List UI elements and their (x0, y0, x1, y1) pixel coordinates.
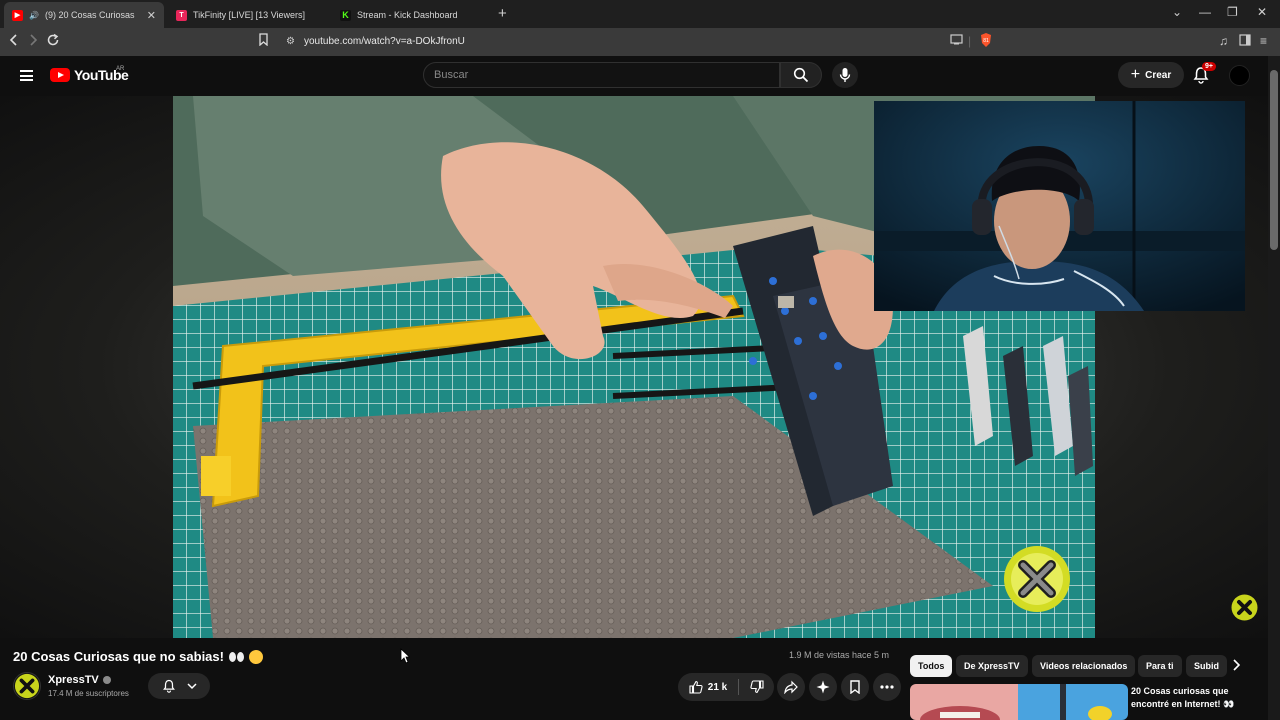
account-avatar[interactable] (1229, 65, 1250, 86)
dislike-button[interactable] (739, 673, 774, 701)
like-button[interactable]: 21 k (678, 673, 738, 701)
create-button[interactable]: + Crear (1118, 62, 1184, 88)
voice-search-button[interactable] (832, 62, 858, 88)
chevron-down-icon (186, 683, 197, 690)
chip-todos[interactable]: Todos (910, 655, 953, 677)
more-actions-button[interactable] (873, 673, 901, 701)
views-and-date: 1.9 M de vistas hace 5 m (789, 650, 890, 660)
tab-search-chevron-icon[interactable]: ⌄ (1172, 5, 1182, 19)
chip-para-ti[interactable]: Para ti (1138, 655, 1182, 677)
page-scrollbar[interactable] (1268, 56, 1280, 720)
scrollbar-thumb[interactable] (1270, 70, 1278, 250)
save-button[interactable] (841, 673, 869, 701)
notification-badge: 9+ (1202, 62, 1216, 71)
search-button[interactable] (780, 62, 822, 88)
browser-toolbar: ⚙ youtube.com/watch?v=a-DOkJfronU | 81 ♫… (0, 28, 1280, 56)
channel-x-logo-icon (1004, 546, 1070, 612)
chips-next-arrow-icon[interactable] (1232, 658, 1241, 674)
subscription-notifications-button[interactable] (148, 673, 210, 699)
tab-youtube[interactable]: ▶ 🔊 (9) 20 Cosas Curiosas que no ✕ (4, 2, 164, 28)
share-icon (784, 680, 798, 694)
chip-videos-relacionados[interactable]: Videos relacionados (1032, 655, 1136, 677)
search-icon (793, 67, 809, 83)
close-window-button[interactable]: ✕ (1257, 5, 1267, 19)
youtube-header: YouTube AR + Crear 9+ (0, 56, 1268, 96)
browser-tab-bar: ▶ 🔊 (9) 20 Cosas Curiosas que no ✕ T Tik… (0, 0, 1280, 28)
sidebar-toggle-icon[interactable] (1239, 34, 1251, 49)
mouse-cursor-icon (400, 648, 410, 664)
suggested-video-thumbnail[interactable] (910, 684, 1128, 720)
youtube-favicon-icon: ▶ (12, 9, 23, 21)
tab-label: Stream - Kick Dashboard (357, 10, 458, 20)
svg-text:81: 81 (983, 38, 989, 44)
like-count: 21 k (707, 681, 728, 693)
sparkle-icon (816, 680, 830, 694)
channel-avatar[interactable] (13, 672, 41, 700)
like-dislike-group: 21 k (678, 673, 774, 701)
bookmark-icon[interactable] (258, 33, 269, 49)
notifications-button[interactable]: 9+ (1192, 62, 1216, 86)
address-bar[interactable]: ⚙ youtube.com/watch?v=a-DOkJfronU (280, 31, 1000, 53)
new-tab-button[interactable]: + (498, 6, 507, 21)
related-filter-chips: Todos De XpressTV Videos relacionados Pa… (910, 655, 1252, 677)
webcam-overlay (874, 101, 1245, 311)
suggested-video-title[interactable]: 20 Cosas curiosas que encontré en Intern… (1131, 685, 1261, 711)
microphone-icon (839, 68, 851, 82)
channel-name-text[interactable]: XpressTV (48, 674, 99, 686)
tab-kick[interactable]: K Stream - Kick Dashboard (332, 2, 492, 28)
tab-label: TikFinity [LIVE] [13 Viewers] (193, 10, 306, 20)
more-horizontal-icon (880, 685, 894, 689)
bell-icon (162, 679, 175, 693)
video-title: 20 Cosas Curiosas que no sabias! (13, 649, 263, 664)
brave-shield-icon[interactable]: 81 (979, 32, 993, 51)
crazy-face-emoji-icon (248, 649, 263, 664)
url-text[interactable]: youtube.com/watch?v=a-DOkJfronU (304, 36, 465, 47)
verified-badge-icon (102, 676, 111, 684)
thumbs-down-icon (749, 680, 764, 694)
share-button[interactable] (777, 673, 805, 701)
youtube-play-icon (50, 68, 70, 82)
forward-button[interactable] (27, 33, 39, 50)
back-button[interactable] (8, 33, 20, 50)
cast-icon[interactable] (950, 34, 963, 48)
create-label: Crear (1145, 69, 1172, 81)
media-control-icon[interactable]: ♫ (1219, 34, 1228, 48)
eyes-emoji-icon (228, 651, 244, 662)
plus-icon: + (1130, 66, 1141, 83)
search-input[interactable] (424, 63, 779, 87)
search-box[interactable] (423, 62, 780, 88)
site-info-icon[interactable]: ⚙ (286, 36, 295, 47)
tab-close-icon[interactable]: ✕ (147, 9, 156, 22)
menu-icon[interactable]: ≡ (1260, 34, 1267, 48)
speaker-icon[interactable]: 🔊 (29, 11, 39, 20)
chip-subidos[interactable]: Subid (1186, 655, 1227, 677)
subscriber-count: 17.4 M de suscriptores (48, 689, 129, 698)
hamburger-menu-icon[interactable] (20, 70, 33, 81)
tab-tikfinity[interactable]: T TikFinity [LIVE] [13 Viewers] (168, 2, 328, 28)
watermark-x-icon[interactable] (1231, 594, 1258, 621)
tab-label: (9) 20 Cosas Curiosas que no (44, 10, 137, 20)
webcam-streamer-image (874, 101, 1245, 311)
thumbs-up-icon (689, 680, 703, 694)
maximize-button[interactable]: ❐ (1227, 5, 1238, 19)
reload-button[interactable] (46, 33, 60, 50)
video-title-text: 20 Cosas Curiosas que no sabias! (13, 649, 224, 664)
chip-de-xpresstv[interactable]: De XpressTV (956, 655, 1028, 677)
region-code: AR (116, 66, 125, 72)
kick-favicon-icon: K (340, 9, 351, 21)
save-bookmark-icon (850, 680, 860, 694)
channel-name[interactable]: XpressTV (48, 674, 111, 686)
ask-ai-button[interactable] (809, 673, 837, 701)
toolbar-divider: | (968, 34, 972, 48)
minimize-button[interactable]: — (1199, 5, 1211, 19)
tikfinity-favicon-icon: T (176, 9, 187, 21)
